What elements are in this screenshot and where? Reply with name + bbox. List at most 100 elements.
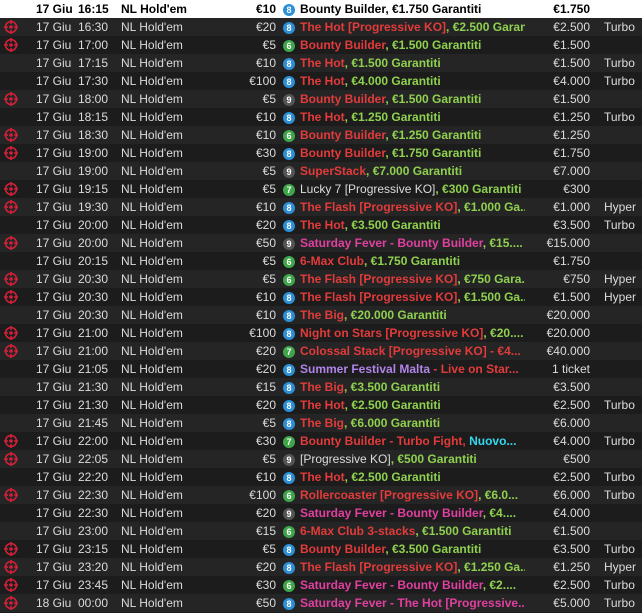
tournament-title-part: The Big — [300, 416, 344, 430]
tournament-name: The Hot [Progressive KO], €2.500 Garanti… — [300, 18, 525, 36]
row-time: 19:30 — [78, 200, 109, 214]
row-date: 17 Giu — [36, 182, 72, 196]
table-row[interactable]: 17 Giu 22:30 NL Hold'em €20 9 Saturday Fever … — [0, 504, 642, 522]
table-row[interactable]: 17 Giu 23:15 NL Hold'em €5 8 Bounty Builder, … — [0, 540, 642, 558]
bounty-target-cell — [4, 306, 22, 324]
table-size-badge: 9 — [283, 454, 295, 466]
row-buyin: €5 — [262, 452, 276, 466]
tournament-name: SuperStack, €7.000 Garantiti — [300, 162, 525, 180]
table-row[interactable]: 17 Giu 17:00 NL Hold'em €5 6 Bounty Builder, … — [0, 36, 642, 54]
table-row[interactable]: 17 Giu 20:30 NL Hold'em €5 6 The Flash [Progr… — [0, 270, 642, 288]
tournament-title-part: Bounty Builder, €1.750 Garantiti — [300, 2, 482, 16]
table-row[interactable]: 17 Giu 20:30 NL Hold'em €10 8 The Flash [Prog… — [0, 288, 642, 306]
table-row[interactable]: 17 Giu 22:30 NL Hold'em €100 6 Rollercoaster … — [0, 486, 642, 504]
row-speed — [604, 252, 642, 270]
table-row[interactable]: 17 Giu 19:00 NL Hold'em €30 8 Bounty Builder,… — [0, 144, 642, 162]
table-row[interactable]: 17 Giu 20:15 NL Hold'em €5 6 6-Max Club, €1.7… — [0, 252, 642, 270]
table-size-badge: 8 — [283, 544, 295, 556]
table-row[interactable]: 17 Giu 17:30 NL Hold'em €100 8 The Hot, €4.00… — [0, 72, 642, 90]
tournament-title-part: Bounty Builder — [300, 146, 386, 160]
row-date: 18 Giu — [36, 596, 72, 610]
bounty-target-cell — [4, 360, 22, 378]
row-time: 20:30 — [78, 308, 109, 322]
row-date: 17 Giu — [36, 164, 72, 178]
bounty-target-cell — [4, 342, 22, 360]
table-row[interactable]: 17 Giu 22:00 NL Hold'em €30 7 Bounty Builder … — [0, 432, 642, 450]
row-game-type: NL Hold'em — [121, 164, 183, 178]
row-game-type: NL Hold'em — [121, 452, 183, 466]
row-guarantee: €3.500 — [553, 380, 590, 394]
row-time: 22:30 — [78, 488, 109, 502]
table-size-badge: 6 — [283, 526, 295, 538]
row-guarantee: €6.000 — [553, 488, 590, 502]
row-guarantee: €2.500 — [553, 578, 590, 592]
crosshair-icon — [4, 182, 18, 196]
row-speed: Turbo — [604, 434, 635, 448]
tournament-name: Saturday Fever - Bounty Builder, €15.... — [300, 234, 525, 252]
row-buyin: €50 — [255, 236, 276, 250]
table-row[interactable]: 17 Giu 23:00 NL Hold'em €15 6 6-Max Club 3-st… — [0, 522, 642, 540]
table-row[interactable]: 17 Giu 18:15 NL Hold'em €10 8 The Hot, €1.250… — [0, 108, 642, 126]
tournament-title-part: Bounty Builder — [300, 542, 386, 556]
table-row[interactable]: 17 Giu 21:00 NL Hold'em €20 7 Colossal Stack … — [0, 342, 642, 360]
table-row[interactable]: 17 Giu 23:45 NL Hold'em €30 6 Saturday Fever … — [0, 576, 642, 594]
table-row[interactable]: 17 Giu 21:30 NL Hold'em €15 8 The Big, €3.500… — [0, 378, 642, 396]
table-row[interactable]: 17 Giu 16:15 NL Hold'em €10 8 Bounty Builder,… — [0, 0, 642, 18]
table-size-badge: 8 — [283, 310, 295, 322]
table-row[interactable]: 17 Giu 19:15 NL Hold'em €5 7 Lucky 7 [Progres… — [0, 180, 642, 198]
row-game-type: NL Hold'em — [121, 290, 183, 304]
row-time: 18:15 — [78, 110, 109, 124]
row-speed — [604, 126, 642, 144]
table-row[interactable]: 17 Giu 18:00 NL Hold'em €5 9 Bounty Builder, … — [0, 90, 642, 108]
crosshair-icon — [4, 236, 18, 250]
row-game-type: NL Hold'em — [121, 38, 183, 52]
table-row[interactable]: 17 Giu 21:45 NL Hold'em €5 8 The Big, €6.000 … — [0, 414, 642, 432]
row-buyin: €10 — [255, 56, 276, 70]
table-row[interactable]: 17 Giu 22:05 NL Hold'em €5 9 [Progressive KO]… — [0, 450, 642, 468]
table-row[interactable]: 17 Giu 18:30 NL Hold'em €10 6 Bounty Builder,… — [0, 126, 642, 144]
row-guarantee: €15.000 — [546, 236, 590, 250]
tournament-title-part: The Hot — [300, 56, 345, 70]
bounty-target-cell — [4, 270, 22, 288]
table-row[interactable]: 17 Giu 21:05 NL Hold'em €20 8 Summer Festival… — [0, 360, 642, 378]
bounty-target-cell — [4, 234, 22, 252]
row-speed: Turbo — [604, 74, 635, 88]
bounty-target-cell — [4, 252, 22, 270]
row-date: 17 Giu — [36, 308, 72, 322]
tournament-title-part: Bounty Builder - Turbo Fight — [300, 434, 463, 448]
table-row[interactable]: 17 Giu 17:15 NL Hold'em €10 8 The Hot, €1.500… — [0, 54, 642, 72]
table-size-badge: 8 — [283, 472, 295, 484]
table-row[interactable]: 17 Giu 19:00 NL Hold'em €5 9 SuperStack, €7.0… — [0, 162, 642, 180]
row-date: 17 Giu — [36, 236, 72, 250]
bounty-target-cell — [4, 180, 22, 198]
row-time: 20:00 — [78, 236, 109, 250]
tournament-subtitle-part: , €2.500 Garantiti — [344, 470, 441, 484]
tournament-name: The Big, €6.000 Garantiti — [300, 414, 525, 432]
table-row[interactable]: 17 Giu 21:00 NL Hold'em €100 8 Night on Stars… — [0, 324, 642, 342]
row-guarantee: €20.000 — [546, 326, 590, 340]
row-time: 21:05 — [78, 362, 109, 376]
row-speed: Hyper — [604, 560, 637, 574]
table-row[interactable]: 17 Giu 20:00 NL Hold'em €50 9 Saturday Fever … — [0, 234, 642, 252]
table-row[interactable]: 17 Giu 23:20 NL Hold'em €20 8 The Flash [Prog… — [0, 558, 642, 576]
table-row[interactable]: 18 Giu 00:00 NL Hold'em €50 8 Saturday Fever … — [0, 594, 642, 612]
table-row[interactable]: 17 Giu 16:30 NL Hold'em €20 8 The Hot [Progre… — [0, 18, 642, 36]
table-row[interactable]: 17 Giu 20:00 NL Hold'em €20 8 The Hot, €3.500… — [0, 216, 642, 234]
table-size-badge: 9 — [283, 238, 295, 250]
table-row[interactable]: 17 Giu 22:20 NL Hold'em €10 8 The Hot, €2.500… — [0, 468, 642, 486]
table-size-badge: 8 — [283, 58, 295, 70]
table-row[interactable]: 17 Giu 20:30 NL Hold'em €10 8 The Big, €20.00… — [0, 306, 642, 324]
players-badge-cell: 8 — [283, 468, 297, 486]
row-game-type: NL Hold'em — [121, 560, 183, 574]
players-badge-cell: 8 — [283, 558, 297, 576]
table-row[interactable]: 17 Giu 21:30 NL Hold'em €20 8 The Hot, €2.500… — [0, 396, 642, 414]
row-date: 17 Giu — [36, 38, 72, 52]
table-row[interactable]: 17 Giu 19:30 NL Hold'em €10 8 The Flash [Prog… — [0, 198, 642, 216]
table-size-badge: 8 — [283, 4, 295, 16]
row-time: 20:30 — [78, 290, 109, 304]
table-size-badge: 6 — [283, 274, 295, 286]
row-guarantee: 1 ticket — [551, 362, 590, 376]
bounty-target-cell — [4, 162, 22, 180]
players-badge-cell: 8 — [283, 198, 297, 216]
row-game-type: NL Hold'em — [121, 308, 183, 322]
